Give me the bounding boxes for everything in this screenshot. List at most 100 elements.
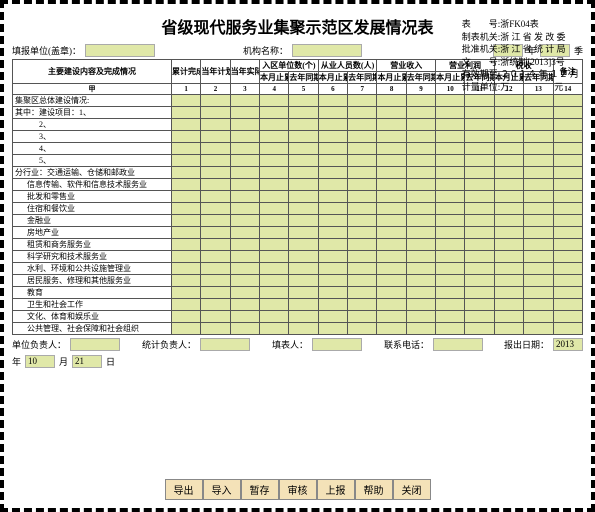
data-cell[interactable] — [289, 323, 318, 335]
data-cell[interactable] — [524, 227, 553, 239]
data-cell[interactable] — [406, 191, 435, 203]
data-cell[interactable] — [230, 275, 259, 287]
data-cell[interactable] — [230, 107, 259, 119]
data-cell[interactable] — [494, 119, 523, 131]
data-cell[interactable] — [348, 107, 377, 119]
data-cell[interactable] — [524, 143, 553, 155]
data-cell[interactable] — [201, 95, 230, 107]
data-cell[interactable] — [494, 155, 523, 167]
data-cell[interactable] — [436, 179, 465, 191]
data-cell[interactable] — [524, 131, 553, 143]
data-cell[interactable] — [465, 107, 494, 119]
data-cell[interactable] — [348, 119, 377, 131]
data-cell[interactable] — [289, 179, 318, 191]
data-cell[interactable] — [406, 167, 435, 179]
data-cell[interactable] — [318, 311, 347, 323]
data-cell[interactable] — [260, 203, 289, 215]
data-cell[interactable] — [348, 311, 377, 323]
data-cell[interactable] — [553, 299, 583, 311]
data-cell[interactable] — [172, 275, 201, 287]
data-cell[interactable] — [318, 251, 347, 263]
data-cell[interactable] — [318, 167, 347, 179]
data-cell[interactable] — [260, 251, 289, 263]
data-cell[interactable] — [436, 155, 465, 167]
data-cell[interactable] — [377, 323, 406, 335]
data-cell[interactable] — [494, 287, 523, 299]
data-cell[interactable] — [172, 179, 201, 191]
data-cell[interactable] — [230, 143, 259, 155]
data-cell[interactable] — [406, 119, 435, 131]
data-cell[interactable] — [553, 275, 583, 287]
data-cell[interactable] — [377, 119, 406, 131]
data-cell[interactable] — [406, 311, 435, 323]
data-cell[interactable] — [494, 131, 523, 143]
data-cell[interactable] — [348, 131, 377, 143]
data-cell[interactable] — [201, 143, 230, 155]
data-cell[interactable] — [172, 167, 201, 179]
data-cell[interactable] — [260, 299, 289, 311]
data-cell[interactable] — [436, 323, 465, 335]
data-cell[interactable] — [201, 107, 230, 119]
data-cell[interactable] — [406, 131, 435, 143]
data-cell[interactable] — [553, 95, 583, 107]
data-cell[interactable] — [172, 191, 201, 203]
data-cell[interactable] — [230, 263, 259, 275]
data-cell[interactable] — [260, 191, 289, 203]
data-cell[interactable] — [289, 275, 318, 287]
data-cell[interactable] — [436, 119, 465, 131]
data-cell[interactable] — [465, 299, 494, 311]
data-cell[interactable] — [289, 191, 318, 203]
data-cell[interactable] — [318, 275, 347, 287]
data-cell[interactable] — [406, 299, 435, 311]
data-cell[interactable] — [172, 131, 201, 143]
data-cell[interactable] — [318, 155, 347, 167]
data-cell[interactable] — [348, 167, 377, 179]
data-cell[interactable] — [436, 251, 465, 263]
data-cell[interactable] — [230, 131, 259, 143]
data-cell[interactable] — [524, 167, 553, 179]
data-cell[interactable] — [289, 227, 318, 239]
data-cell[interactable] — [406, 287, 435, 299]
data-cell[interactable] — [377, 263, 406, 275]
data-cell[interactable] — [318, 227, 347, 239]
data-cell[interactable] — [260, 239, 289, 251]
data-cell[interactable] — [377, 179, 406, 191]
data-cell[interactable] — [524, 263, 553, 275]
data-cell[interactable] — [230, 299, 259, 311]
data-cell[interactable] — [377, 227, 406, 239]
data-cell[interactable] — [172, 263, 201, 275]
data-cell[interactable] — [465, 287, 494, 299]
data-cell[interactable] — [318, 299, 347, 311]
data-cell[interactable] — [172, 287, 201, 299]
data-cell[interactable] — [230, 323, 259, 335]
data-cell[interactable] — [260, 287, 289, 299]
date-day[interactable]: 21 — [72, 355, 102, 368]
data-cell[interactable] — [318, 215, 347, 227]
data-cell[interactable] — [465, 251, 494, 263]
data-cell[interactable] — [377, 155, 406, 167]
data-cell[interactable] — [436, 215, 465, 227]
data-cell[interactable] — [377, 107, 406, 119]
data-cell[interactable] — [377, 203, 406, 215]
data-cell[interactable] — [172, 251, 201, 263]
data-cell[interactable] — [524, 191, 553, 203]
data-cell[interactable] — [406, 239, 435, 251]
data-cell[interactable] — [406, 323, 435, 335]
data-cell[interactable] — [465, 323, 494, 335]
关闭-button[interactable]: 关闭 — [393, 479, 431, 500]
data-cell[interactable] — [465, 239, 494, 251]
data-cell[interactable] — [436, 131, 465, 143]
data-cell[interactable] — [377, 239, 406, 251]
data-cell[interactable] — [406, 203, 435, 215]
data-cell[interactable] — [348, 239, 377, 251]
data-cell[interactable] — [377, 131, 406, 143]
data-cell[interactable] — [260, 215, 289, 227]
data-cell[interactable] — [201, 119, 230, 131]
data-cell[interactable] — [553, 167, 583, 179]
data-cell[interactable] — [524, 215, 553, 227]
data-cell[interactable] — [318, 191, 347, 203]
data-cell[interactable] — [289, 167, 318, 179]
data-cell[interactable] — [494, 107, 523, 119]
data-cell[interactable] — [260, 227, 289, 239]
data-cell[interactable] — [494, 143, 523, 155]
